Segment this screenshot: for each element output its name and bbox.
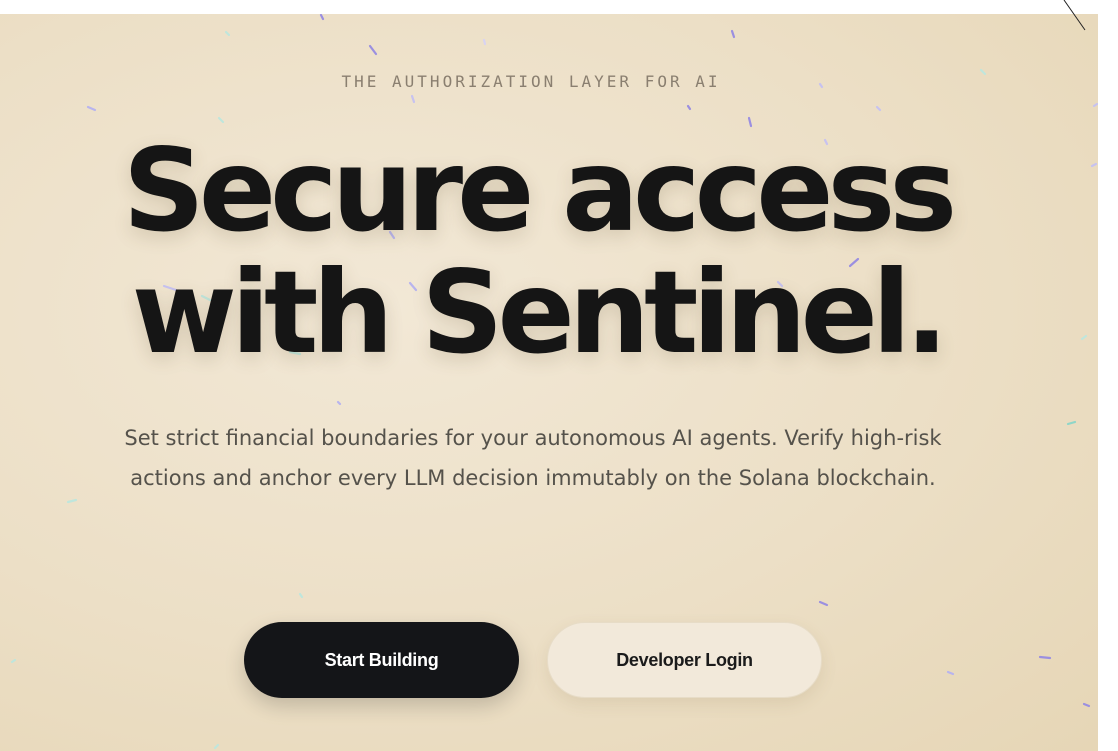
hero-section: THE AUTHORIZATION LAYER FOR AI Secure ac… [0, 14, 1098, 751]
particle [368, 44, 378, 56]
particle [1080, 334, 1088, 341]
particle [217, 116, 225, 124]
particle [336, 400, 342, 406]
particle [1066, 420, 1077, 426]
particle [10, 658, 17, 664]
particle [1038, 655, 1052, 660]
particle [66, 498, 78, 504]
hero-subtitle: Set strict financial boundaries for your… [124, 426, 942, 490]
particle [410, 94, 416, 104]
hero-headline: Secure access with Sentinel. [0, 130, 1074, 374]
headline-line-1: Secure access [122, 124, 958, 257]
particle [875, 105, 882, 112]
particle [319, 14, 325, 21]
particle [730, 29, 736, 39]
particle [298, 592, 304, 599]
particle [224, 30, 231, 37]
headline-line-2: with Sentinel. [131, 246, 949, 379]
hero-eyebrow: THE AUTHORIZATION LAYER FOR AI [341, 72, 721, 91]
developer-login-button[interactable]: Developer Login [547, 622, 822, 698]
particle [1090, 162, 1098, 168]
particle [686, 104, 692, 111]
particle [1082, 702, 1091, 708]
particle [1092, 102, 1098, 108]
particle [213, 743, 220, 750]
particle [818, 600, 829, 607]
particle [86, 105, 97, 112]
particle [946, 670, 955, 676]
particle [482, 38, 487, 46]
start-building-button[interactable]: Start Building [244, 622, 519, 698]
